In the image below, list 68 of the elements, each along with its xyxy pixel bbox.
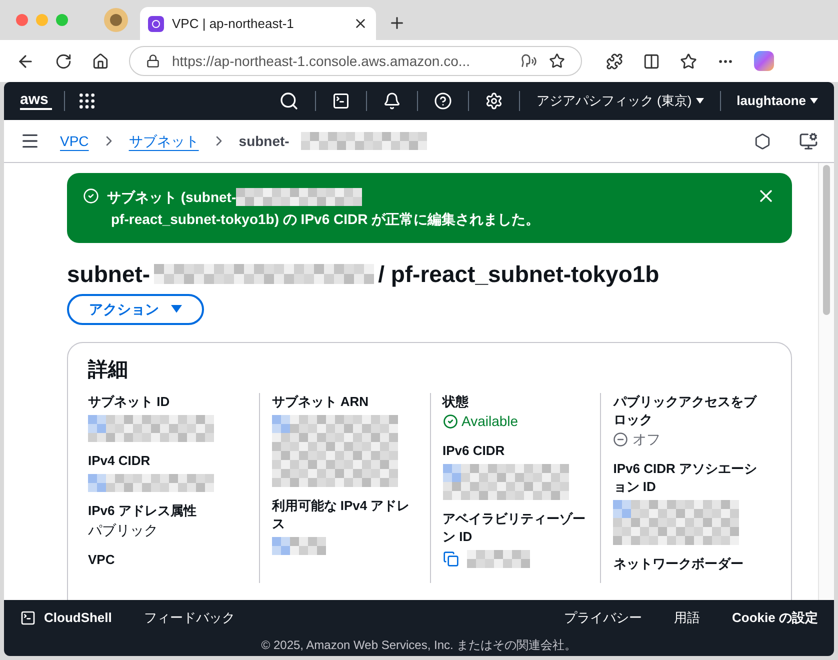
- tab-title: VPC | ap-northeast-1: [172, 14, 295, 33]
- off-icon: [613, 432, 628, 446]
- browser-tab[interactable]: VPC | ap-northeast-1: [140, 7, 376, 40]
- copyright-text: © 2025, Amazon Web Services, Inc. またはその関連会社。: [260, 636, 578, 654]
- breadcrumb-link[interactable]: VPC: [60, 130, 89, 152]
- url-text: https://ap-northeast-1.console.aws.amazon.co...: [172, 52, 472, 71]
- profile-avatar[interactable]: [104, 8, 128, 32]
- section-title: 詳細: [88, 358, 129, 382]
- cloudshell-button[interactable]: CloudShell: [20, 608, 112, 628]
- footer-link[interactable]: Cookie の設定: [732, 608, 818, 628]
- display-settings-icon[interactable]: [799, 132, 818, 150]
- new-tab-icon[interactable]: [388, 14, 406, 32]
- footer-link[interactable]: プライバシー: [564, 608, 642, 628]
- home-icon[interactable]: [92, 52, 109, 70]
- banner-text: pf-react_subnet-tokyo1b) の IPv6 CIDR が正常に編集されました。: [111, 210, 540, 229]
- help-icon[interactable]: [434, 92, 452, 110]
- field-label: アベイラビリティーゾーン ID: [442, 510, 586, 546]
- status-value: Available: [462, 412, 518, 430]
- cloudshell-icon[interactable]: [332, 92, 350, 110]
- copilot-icon[interactable]: [754, 51, 774, 71]
- field-label: 利用可能な IPv4 アドレス: [272, 496, 411, 532]
- settings-icon[interactable]: [485, 92, 504, 110]
- success-icon: [83, 188, 99, 204]
- field-label: パブリックアクセスをブロック: [613, 392, 758, 428]
- search-icon[interactable]: [279, 91, 300, 111]
- reload-icon[interactable]: [55, 52, 72, 70]
- favorites-icon[interactable]: [680, 52, 697, 70]
- banner-text: サブネット (subnet-: [107, 188, 236, 207]
- read-aloud-icon[interactable]: [521, 53, 537, 69]
- field-label: IPv6 CIDR アソシエーション ID: [613, 460, 758, 496]
- services-menu-icon[interactable]: [77, 91, 97, 111]
- success-icon: [442, 414, 458, 428]
- scrollbar-thumb[interactable]: [823, 165, 830, 315]
- region-menu[interactable]: アジアパシフィック (東京): [536, 91, 704, 111]
- field-label: ネットワークボーダー: [613, 554, 744, 572]
- notifications-icon[interactable]: [383, 92, 402, 110]
- redacted-value: [466, 550, 530, 568]
- caret-icon: [696, 98, 704, 104]
- field-label: VPC: [88, 550, 116, 568]
- cloudshell-icon: [20, 610, 36, 626]
- address-field[interactable]: https://ap-northeast-1.console.aws.amazon.co...: [129, 46, 582, 76]
- account-menu[interactable]: laughtaone: [736, 91, 818, 111]
- status-value: オフ: [632, 430, 660, 448]
- actions-button[interactable]: アクション: [67, 294, 204, 324]
- field-label: IPv6 アドレス属性: [88, 502, 198, 520]
- vpc-icon: [148, 16, 164, 32]
- field-label: IPv4 CIDR: [88, 452, 152, 470]
- field-label: サブネット ARN: [272, 392, 370, 410]
- page-title: subnet-: [67, 260, 150, 289]
- copy-icon[interactable]: [442, 550, 458, 566]
- aws-logo[interactable]: aws: [20, 92, 52, 110]
- favorite-icon[interactable]: [549, 53, 565, 69]
- field-label: サブネット ID: [88, 392, 171, 410]
- field-label: 状態: [442, 392, 470, 410]
- caret-icon: [171, 305, 182, 313]
- extensions-icon[interactable]: [606, 52, 623, 70]
- close-tab-icon[interactable]: [353, 16, 368, 31]
- footer-link[interactable]: 用語: [674, 608, 700, 628]
- page-title: / pf-react_subnet-tokyo1b: [378, 260, 660, 289]
- caret-icon: [810, 98, 818, 104]
- breadcrumb-link[interactable]: サブネット: [128, 130, 199, 152]
- field-label: IPv6 CIDR: [442, 442, 506, 460]
- breadcrumb-current: subnet-: [238, 132, 290, 150]
- field-value: パブリック: [88, 520, 159, 540]
- lock-icon: [146, 54, 160, 68]
- feedback-link[interactable]: フィードバック: [144, 608, 235, 628]
- redacted-value: [272, 536, 326, 554]
- split-screen-icon[interactable]: [643, 52, 660, 70]
